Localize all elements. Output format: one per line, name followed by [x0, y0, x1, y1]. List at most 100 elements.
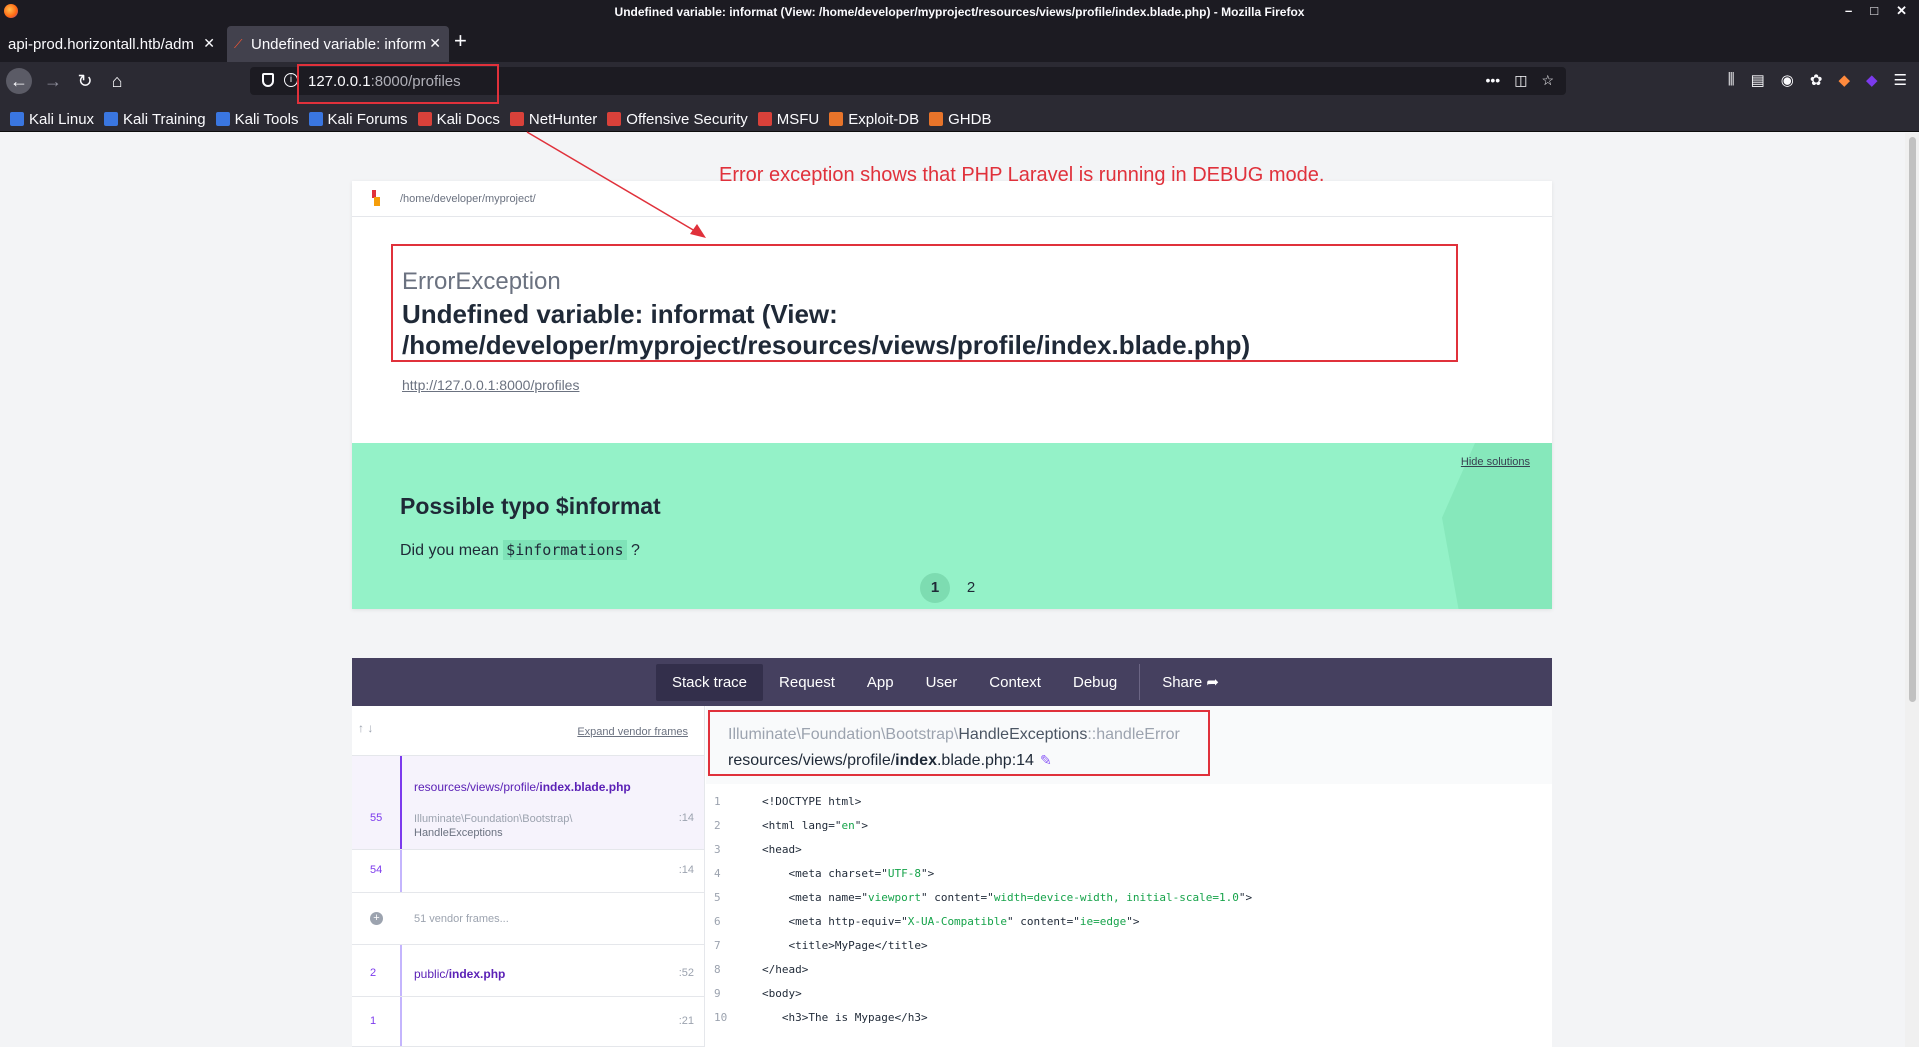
- solution-text: Did you mean $informations ?: [400, 540, 640, 560]
- bookmark-label: NetHunter: [528, 110, 598, 128]
- code-line-text: <!DOCTYPE html>: [762, 795, 862, 808]
- annotation-url-box: [297, 64, 499, 104]
- bookmark-favicon-icon: [10, 112, 24, 126]
- page-actions-icon[interactable]: •••: [1485, 72, 1500, 89]
- tab-stack-trace[interactable]: Stack trace: [656, 663, 764, 701]
- code-line-text: <head>: [762, 843, 802, 856]
- extension-fox-icon[interactable]: ◆: [1838, 71, 1850, 89]
- frame-number: 54: [370, 864, 383, 876]
- code-line-number: 2: [714, 819, 721, 832]
- bookmark-offensive-security[interactable]: Offensive Security: [607, 107, 748, 131]
- code-line: 10 <h3>The is Mypage</h3>: [706, 1006, 1552, 1030]
- bookmark-favicon-icon: [929, 112, 944, 126]
- bookmark-msfu[interactable]: MSFU: [757, 107, 819, 131]
- window-titlebar: Undefined variable: informat (View: /hom…: [0, 0, 1919, 22]
- scrollbar-thumb[interactable]: [1909, 137, 1916, 702]
- stack-frame-55[interactable]: resources/views/profile/index.blade.php …: [352, 756, 704, 850]
- home-icon[interactable]: ⌂: [104, 68, 130, 94]
- code-line: 3 <head>: [706, 838, 1552, 862]
- tab-api-prod[interactable]: api-prod.horizontall.htb/adm ✕: [0, 26, 223, 62]
- site-info-icon[interactable]: i: [284, 73, 298, 87]
- frame-nav-arrows-icon[interactable]: ↑ ↓: [358, 721, 373, 735]
- frame-number: 55: [370, 812, 383, 824]
- bookmark-favicon-icon: [308, 112, 323, 126]
- bookmark-ghdb[interactable]: GHDB: [929, 107, 991, 131]
- code-line: 5 <meta name="viewport" content="width=d…: [706, 886, 1552, 910]
- tab-bar: api-prod.horizontall.htb/adm ✕ ⟋ Undefin…: [0, 22, 1919, 62]
- back-arrow-icon[interactable]: ←: [6, 68, 32, 94]
- tab-label: Undefined variable: inform: [251, 36, 427, 53]
- new-tab-icon[interactable]: +: [454, 28, 467, 54]
- bookmark-favicon-icon: [757, 112, 772, 126]
- ignition-logo-icon: [372, 190, 380, 206]
- solution-title: Possible typo $informat: [400, 493, 661, 519]
- navigation-bar: ← → ↻ ⌂ i 127.0.0.1:8000/profiles ••• ◫ …: [0, 62, 1919, 100]
- sidebar-icon[interactable]: ▤: [1751, 71, 1765, 89]
- account-icon[interactable]: ◉: [1781, 71, 1794, 89]
- extension-cookie-icon[interactable]: ✿: [1810, 71, 1823, 89]
- tab-undefined-variable[interactable]: ⟋ Undefined variable: inform ✕: [227, 26, 449, 62]
- code-line: 2 <html lang="en">: [706, 814, 1552, 838]
- bookmark-kali-tools[interactable]: Kali Tools: [215, 107, 299, 131]
- expand-vendor-frames-link[interactable]: Expand vendor frames: [577, 726, 688, 738]
- close-tab-icon[interactable]: ✕: [203, 35, 215, 52]
- maximize-icon[interactable]: □: [1870, 3, 1878, 19]
- expand-plus-icon[interactable]: +: [370, 912, 383, 925]
- tab-request[interactable]: Request: [763, 664, 851, 701]
- menu-icon[interactable]: ☰: [1894, 71, 1907, 89]
- annotation-exception-box: [391, 244, 1458, 362]
- tab-app[interactable]: App: [851, 664, 910, 701]
- solution-page-2[interactable]: 2: [956, 573, 986, 603]
- bookmark-kali-docs[interactable]: Kali Docs: [417, 107, 500, 131]
- tab-context[interactable]: Context: [973, 664, 1057, 701]
- stack-frame-2[interactable]: 2 public/index.php :52: [352, 945, 704, 997]
- frame-number: 2: [370, 967, 377, 979]
- code-line-text: <meta charset="UTF-8">: [762, 867, 935, 880]
- stack-frame-1[interactable]: 1 :21: [352, 997, 704, 1047]
- vendor-frames-group[interactable]: + 51 vendor frames...: [352, 893, 704, 945]
- code-line: 7 <title>MyPage</title>: [706, 934, 1552, 958]
- frame-line: :14: [678, 864, 694, 876]
- library-icon[interactable]: ⫼: [1728, 71, 1735, 89]
- bookmark-kali-forums[interactable]: Kali Forums: [308, 107, 408, 131]
- forward-arrow-icon[interactable]: →: [40, 68, 66, 94]
- bookmark-star-icon[interactable]: ☆: [1541, 72, 1554, 89]
- pocket-icon[interactable]: ◫: [1514, 72, 1527, 89]
- extension-purple-icon[interactable]: ◆: [1866, 71, 1878, 89]
- request-url-link[interactable]: http://127.0.0.1:8000/profiles: [402, 377, 579, 393]
- tab-user[interactable]: User: [910, 664, 974, 701]
- code-line-number: 5: [714, 891, 721, 904]
- bookmark-label: Kali Linux: [29, 110, 95, 128]
- close-icon[interactable]: ✕: [1896, 3, 1907, 19]
- tab-debug[interactable]: Debug: [1057, 664, 1133, 701]
- tracking-shield-icon[interactable]: [262, 73, 274, 87]
- reload-icon[interactable]: ↻: [72, 68, 98, 94]
- minimize-icon[interactable]: –: [1845, 3, 1852, 19]
- hide-solutions-link[interactable]: Hide solutions: [1461, 456, 1530, 468]
- code-line: 6 <meta http-equiv="X-UA-Compatible" con…: [706, 910, 1552, 934]
- frame-list: ↑ ↓ Expand vendor frames resources/views…: [352, 706, 705, 1047]
- bookmark-kali-linux[interactable]: Kali Linux: [10, 107, 94, 131]
- solution-page-1[interactable]: 1: [920, 573, 950, 603]
- bookmark-kali-training[interactable]: Kali Training: [104, 107, 206, 131]
- code-line-text: <meta http-equiv="X-UA-Compatible" conte…: [762, 915, 1140, 928]
- solution-pager: 1 2: [920, 573, 986, 603]
- bookmark-label: Kali Tools: [234, 110, 299, 128]
- project-path: /home/developer/myproject/: [400, 193, 536, 205]
- annotation-text: Error exception shows that PHP Laravel i…: [719, 164, 1325, 186]
- code-line-text: <h3>The is Mypage</h3>: [762, 1011, 928, 1024]
- window-title: Undefined variable: informat (View: /hom…: [614, 5, 1305, 19]
- share-button[interactable]: Share ➦: [1146, 663, 1235, 701]
- laravel-favicon-icon: ⟋: [234, 37, 243, 51]
- solution-panel: Hide solutions Possible typo $informat D…: [352, 443, 1552, 609]
- close-tab-icon[interactable]: ✕: [429, 35, 441, 52]
- code-line-number: 10: [714, 1011, 728, 1024]
- bookmark-label: Kali Forums: [327, 110, 408, 128]
- stack-frame-54[interactable]: 54 :14: [352, 850, 704, 893]
- frame-file: public/index.php: [414, 967, 506, 981]
- bookmark-nethunter[interactable]: NetHunter: [509, 107, 598, 131]
- bookmark-exploit-db[interactable]: Exploit-DB: [829, 107, 919, 131]
- vendor-frames-label: 51 vendor frames...: [414, 913, 509, 925]
- page-scrollbar[interactable]: [1905, 133, 1919, 1047]
- bookmark-label: GHDB: [948, 110, 992, 128]
